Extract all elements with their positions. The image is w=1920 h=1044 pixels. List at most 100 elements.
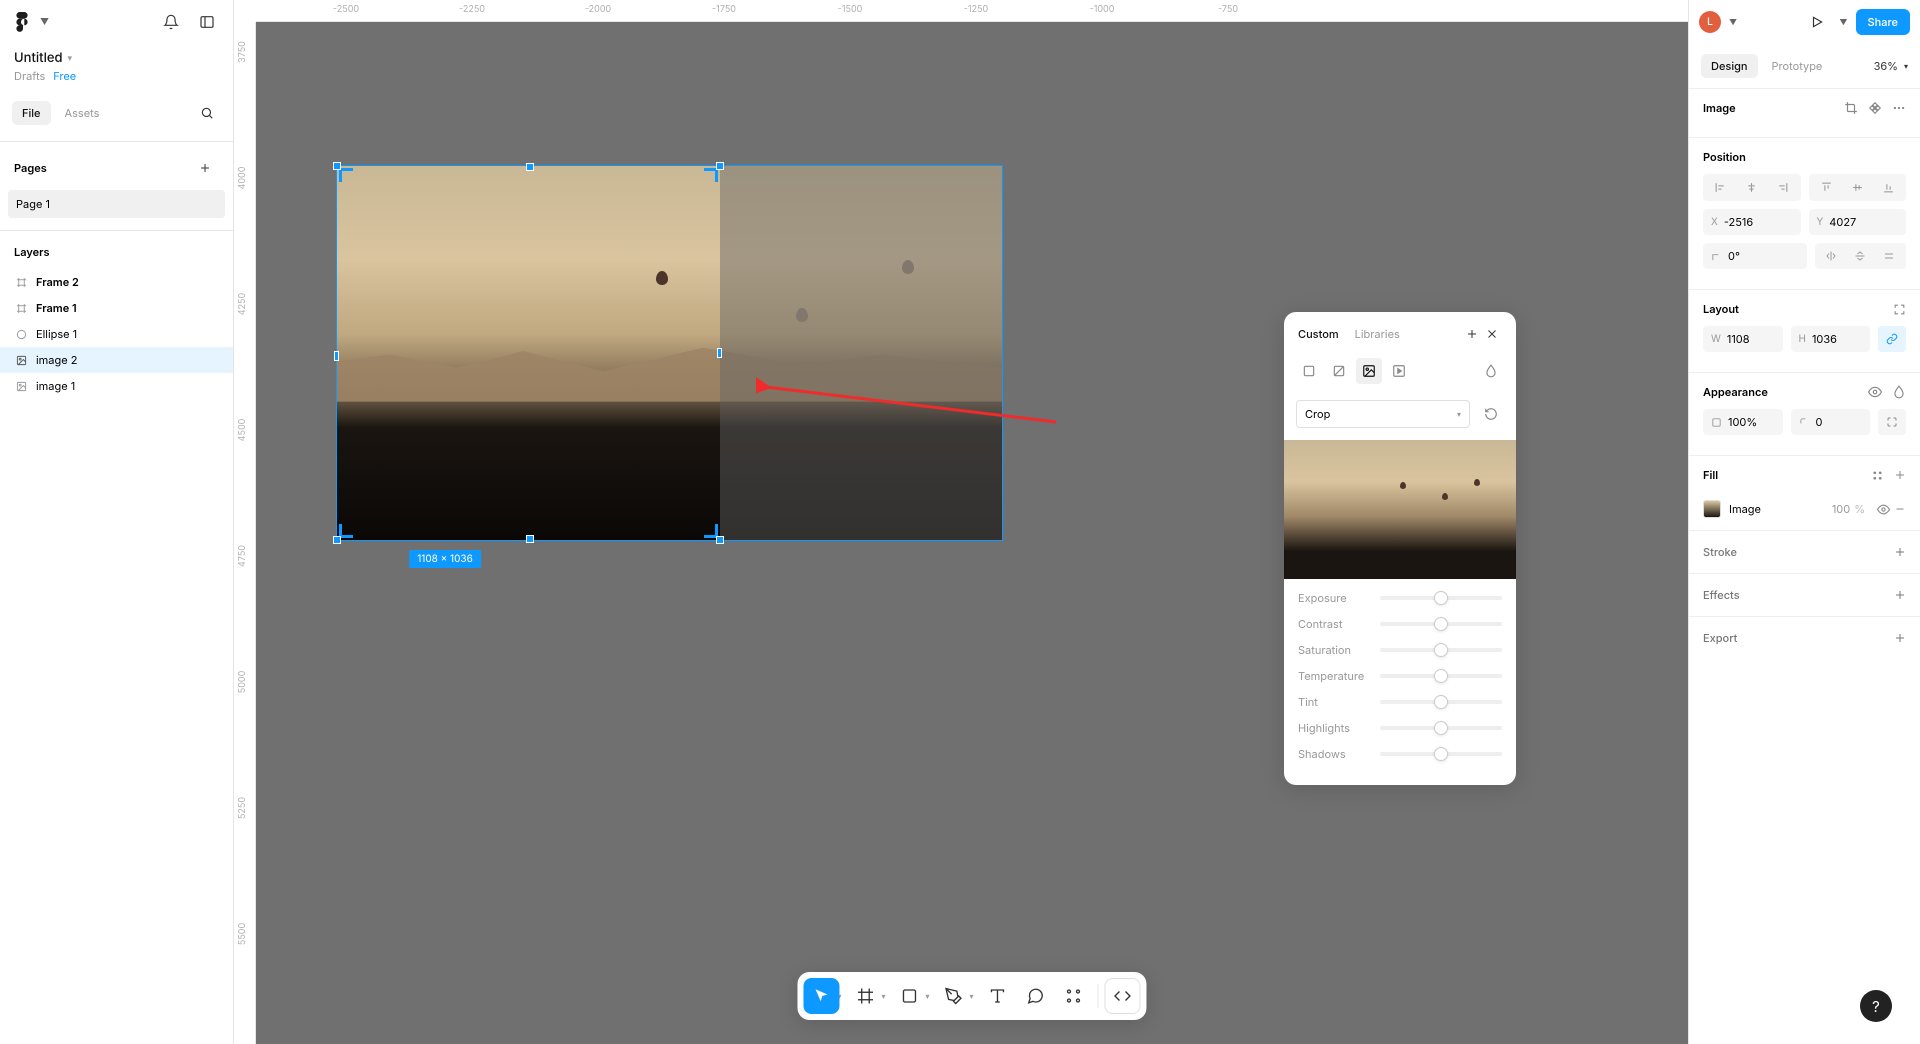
help-button[interactable]: ? <box>1860 990 1892 1022</box>
shape-tool-icon[interactable] <box>892 978 928 1014</box>
resize-handle[interactable] <box>526 535 534 543</box>
chevron-down-icon[interactable]: ▼ <box>1729 17 1737 27</box>
slider-tint[interactable]: Tint <box>1298 695 1502 709</box>
crop-region[interactable] <box>337 166 720 540</box>
fill-type-video-icon[interactable] <box>1386 358 1412 384</box>
align-top-icon[interactable] <box>1811 176 1842 199</box>
component-icon[interactable] <box>1868 101 1882 115</box>
width-field[interactable]: W1108 <box>1703 326 1783 352</box>
fill-row[interactable]: Image 100% <box>1689 496 1920 530</box>
zoom-control[interactable]: 36%▾ <box>1874 59 1908 73</box>
share-button[interactable]: Share <box>1856 9 1910 35</box>
panel-toggle-icon[interactable] <box>193 8 221 36</box>
fill-image-preview[interactable] <box>1284 440 1516 579</box>
frame-icon <box>14 275 28 289</box>
styles-icon[interactable] <box>1871 469 1884 482</box>
fill-type-solid-icon[interactable] <box>1296 358 1322 384</box>
remove-fill-icon[interactable] <box>1894 503 1906 515</box>
align-vcenter-icon[interactable] <box>1842 176 1873 199</box>
main-toolbar: ▾ ▾ ▾ ▾ <box>797 972 1146 1020</box>
layer-image-1[interactable]: image 1 <box>0 373 233 399</box>
move-tool-icon[interactable] <box>803 978 839 1014</box>
autolayout-icon[interactable] <box>1893 303 1906 316</box>
position-y-field[interactable]: Y4027 <box>1809 209 1907 235</box>
more-transform-icon[interactable] <box>1875 245 1904 267</box>
text-tool-icon[interactable] <box>980 978 1016 1014</box>
plan-badge[interactable]: Free <box>53 69 76 83</box>
individual-corners-icon[interactable] <box>1878 409 1906 435</box>
search-icon[interactable] <box>193 99 221 127</box>
crop-icon[interactable] <box>1844 101 1858 115</box>
tab-design[interactable]: Design <box>1701 54 1758 78</box>
dev-mode-icon[interactable] <box>1105 978 1141 1014</box>
align-left-icon[interactable] <box>1705 176 1736 199</box>
constrain-proportions-icon[interactable] <box>1878 326 1906 352</box>
resize-handle[interactable] <box>716 162 724 170</box>
tab-file[interactable]: File <box>12 101 51 125</box>
frame-tool-icon[interactable] <box>847 978 883 1014</box>
resize-handle[interactable] <box>717 348 722 358</box>
export-section[interactable]: Export <box>1689 616 1920 659</box>
more-icon[interactable] <box>1892 101 1906 115</box>
add-fill-icon[interactable] <box>1462 324 1482 344</box>
fill-type-image-icon[interactable] <box>1356 358 1382 384</box>
slider-exposure[interactable]: Exposure <box>1298 591 1502 605</box>
stroke-section[interactable]: Stroke <box>1689 530 1920 573</box>
slider-highlights[interactable]: Highlights <box>1298 721 1502 735</box>
effects-section[interactable]: Effects <box>1689 573 1920 616</box>
canvas-viewport[interactable]: 1108 × 1036 Custom Libraries Crop▾ <box>256 22 1688 1044</box>
notifications-icon[interactable] <box>157 8 185 36</box>
present-icon[interactable] <box>1803 8 1831 36</box>
slider-shadows[interactable]: Shadows <box>1298 747 1502 761</box>
flip-v-icon[interactable] <box>1846 245 1875 267</box>
tab-prototype[interactable]: Prototype <box>1762 54 1833 78</box>
rotate-image-icon[interactable] <box>1478 401 1504 427</box>
align-bottom-icon[interactable] <box>1873 176 1904 199</box>
fill-mode-select[interactable]: Crop▾ <box>1296 400 1470 428</box>
figma-logo-icon[interactable] <box>12 12 32 32</box>
add-fill-icon[interactable] <box>1894 469 1906 482</box>
slider-contrast[interactable]: Contrast <box>1298 617 1502 631</box>
resize-handle[interactable] <box>716 536 724 544</box>
align-hcenter-icon[interactable] <box>1736 176 1767 199</box>
page-item[interactable]: Page 1 <box>8 190 225 218</box>
visibility-icon[interactable] <box>1877 503 1890 516</box>
layer-image-2[interactable]: image 2 <box>0 347 233 373</box>
close-icon[interactable] <box>1482 324 1502 344</box>
fill-tab-libraries[interactable]: Libraries <box>1355 327 1400 341</box>
fill-mode-row: Crop▾ <box>1284 394 1516 440</box>
comment-tool-icon[interactable] <box>1018 978 1054 1014</box>
resize-handle[interactable] <box>333 162 341 170</box>
user-avatar[interactable]: L <box>1699 11 1721 33</box>
layer-frame-2[interactable]: Frame 2 <box>0 269 233 295</box>
file-title-area: Untitled▾ DraftsFree <box>0 44 233 85</box>
blend-mode-icon[interactable] <box>1478 358 1504 384</box>
visibility-icon[interactable] <box>1868 385 1882 399</box>
resize-handle[interactable] <box>526 163 534 171</box>
fill-type-gradient-icon[interactable] <box>1326 358 1352 384</box>
corner-radius-field[interactable]: 0 <box>1791 409 1871 435</box>
slider-temperature[interactable]: Temperature <box>1298 669 1502 683</box>
resize-handle[interactable] <box>334 351 339 361</box>
layer-frame-1[interactable]: Frame 1 <box>0 295 233 321</box>
layer-ellipse-1[interactable]: Ellipse 1 <box>0 321 233 347</box>
height-field[interactable]: H1036 <box>1791 326 1871 352</box>
resize-handle[interactable] <box>333 536 341 544</box>
blend-mode-icon[interactable] <box>1892 385 1906 399</box>
fill-tab-custom[interactable]: Custom <box>1298 327 1339 341</box>
file-name[interactable]: Untitled▾ <box>14 50 219 66</box>
selected-image[interactable] <box>336 165 1003 541</box>
chevron-down-icon[interactable]: ▼ <box>40 17 49 28</box>
pen-tool-icon[interactable] <box>936 978 972 1014</box>
add-page-icon[interactable] <box>191 154 219 182</box>
slider-saturation[interactable]: Saturation <box>1298 643 1502 657</box>
opacity-field[interactable]: 100% <box>1703 409 1783 435</box>
rotation-field[interactable]: 0° <box>1703 243 1807 269</box>
fill-swatch[interactable] <box>1703 500 1721 518</box>
actions-tool-icon[interactable] <box>1056 978 1092 1014</box>
tab-assets[interactable]: Assets <box>55 101 110 125</box>
flip-h-icon[interactable] <box>1817 245 1846 267</box>
chevron-down-icon[interactable]: ▼ <box>1839 17 1847 27</box>
align-right-icon[interactable] <box>1767 176 1798 199</box>
position-x-field[interactable]: X-2516 <box>1703 209 1801 235</box>
